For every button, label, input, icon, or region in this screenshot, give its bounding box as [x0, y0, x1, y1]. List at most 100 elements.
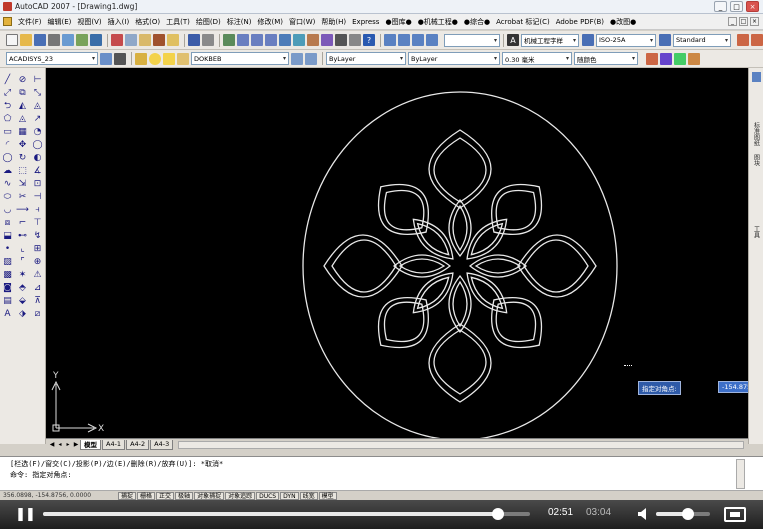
- volume-handle[interactable]: [682, 508, 695, 520]
- color-select[interactable]: ByLayer ▾: [326, 52, 406, 65]
- tab-a4-1[interactable]: A4-1: [102, 439, 126, 450]
- palette-tab-tools[interactable]: 工具: [752, 226, 761, 238]
- explode-icon[interactable]: ✶: [16, 269, 29, 280]
- save-icon[interactable]: [34, 34, 46, 46]
- layer-lock-icon[interactable]: [177, 52, 189, 65]
- break-icon[interactable]: ⌐: [16, 217, 29, 228]
- dim-jogged-linear-icon[interactable]: ⊿: [31, 282, 44, 293]
- palette-icon-1[interactable]: [752, 72, 761, 82]
- ellipse-icon[interactable]: ⬭: [1, 191, 14, 202]
- menu-general[interactable]: ●综合●: [461, 17, 493, 27]
- close-button[interactable]: ×: [746, 1, 759, 12]
- scale-icon[interactable]: ⬚: [16, 165, 29, 176]
- dim-linear-icon[interactable]: ⊢: [31, 74, 44, 85]
- menu-format[interactable]: 格式(O): [132, 17, 163, 27]
- palette-tab-blocks[interactable]: 图块: [752, 154, 761, 166]
- prev-tab-icon[interactable]: ◂: [56, 440, 64, 449]
- menu-adobe-pdf[interactable]: Adobe PDF(B): [553, 18, 607, 26]
- dim-edit-icon[interactable]: ⊼: [31, 295, 44, 306]
- zoom-previous-icon[interactable]: [265, 34, 277, 46]
- dim-arc-icon[interactable]: ◬: [31, 100, 44, 111]
- rectangle-icon[interactable]: ▭: [1, 126, 14, 137]
- sheet-set-icon[interactable]: [321, 34, 333, 46]
- pan-icon[interactable]: [223, 34, 235, 46]
- doc-restore-button[interactable]: □: [739, 17, 748, 26]
- menu-view[interactable]: 视图(V): [74, 17, 104, 27]
- menu-edit[interactable]: 编辑(E): [45, 17, 75, 27]
- osnap-toggle[interactable]: 对象捕捉: [194, 491, 225, 500]
- menu-modify[interactable]: 修改(M): [254, 17, 286, 27]
- copy-icon[interactable]: [125, 34, 137, 46]
- tool-icon-c[interactable]: [646, 52, 658, 65]
- dim-style-select[interactable]: ISO-25A ▾: [596, 33, 656, 47]
- linetype-select[interactable]: ByLayer ▾: [408, 52, 500, 65]
- copy-object-icon[interactable]: ⧉: [16, 87, 29, 98]
- menu-window[interactable]: 窗口(W): [286, 17, 318, 27]
- calculator-icon[interactable]: [349, 34, 361, 46]
- construction-line-icon[interactable]: ⤢: [1, 87, 14, 98]
- zoom-window-icon[interactable]: [251, 34, 263, 46]
- move-icon[interactable]: ✥: [16, 139, 29, 150]
- command-prompt-line[interactable]: 命令: 指定对角点:: [0, 470, 763, 481]
- palette-tab-drawings[interactable]: 标准图纸: [752, 122, 761, 146]
- help-icon[interactable]: ?: [363, 34, 375, 46]
- otrack-toggle[interactable]: 对象追踪: [225, 491, 256, 500]
- dim-ordinate-icon[interactable]: ↗: [31, 113, 44, 124]
- tab-a4-3[interactable]: A4-3: [150, 439, 174, 450]
- first-tab-icon[interactable]: ◀: [48, 440, 56, 449]
- dyn-toggle[interactable]: DYN: [280, 491, 299, 500]
- workspace-icon-2[interactable]: [114, 52, 126, 65]
- menu-revise[interactable]: ●改图●: [607, 17, 639, 27]
- menu-insert[interactable]: 插入(I): [105, 17, 133, 27]
- properties-icon[interactable]: [279, 34, 291, 46]
- revcloud-icon[interactable]: ☁: [1, 165, 14, 176]
- workspace-settings-icon[interactable]: [100, 52, 112, 65]
- tool-palettes-icon[interactable]: [307, 34, 319, 46]
- extend-icon[interactable]: ⟶: [16, 204, 29, 215]
- dim-diameter-icon[interactable]: ◐: [31, 152, 44, 163]
- make-block-icon[interactable]: ⬓: [1, 230, 14, 241]
- layer-on-icon[interactable]: [149, 52, 161, 65]
- match-properties-icon[interactable]: [153, 34, 165, 46]
- dim-break-icon[interactable]: ↯: [31, 230, 44, 241]
- new-file-icon[interactable]: [6, 34, 18, 46]
- table-style-select[interactable]: Standard ▾: [673, 33, 731, 47]
- seek-handle[interactable]: [492, 508, 505, 520]
- offset-icon[interactable]: ◬: [16, 113, 29, 124]
- modify-icon-a[interactable]: ⬘: [16, 282, 29, 293]
- grid-toggle[interactable]: 栅格: [137, 491, 156, 500]
- dim-baseline-icon[interactable]: ⊣: [31, 191, 44, 202]
- fillet-icon[interactable]: ⌜: [16, 256, 29, 267]
- tool-icon-f[interactable]: [688, 52, 700, 65]
- tool-icon-e[interactable]: [674, 52, 686, 65]
- command-window[interactable]: [栏选(F)/窗交(C)/投影(P)/边(E)/删除(R)/放弃(U)]: *取…: [0, 456, 763, 490]
- dynamic-input-value[interactable]: -154.8756: [718, 381, 748, 393]
- polyline-icon[interactable]: ⮌: [1, 100, 14, 111]
- trim-icon[interactable]: ✂: [16, 191, 29, 202]
- point-icon[interactable]: •: [1, 243, 14, 254]
- layer-manager-icon[interactable]: [135, 52, 147, 65]
- blank-combo[interactable]: ▾: [444, 33, 500, 47]
- plotstyle-select[interactable]: 随颜色 ▾: [574, 52, 638, 65]
- workspace-select[interactable]: ACADISYS_23 ▾: [6, 52, 98, 65]
- region-icon[interactable]: ◙: [1, 282, 14, 293]
- menu-mechanical[interactable]: ●机械工程●: [415, 17, 461, 27]
- layout-icon-3[interactable]: [412, 34, 424, 46]
- minimize-button[interactable]: _: [714, 1, 727, 12]
- center-mark-icon[interactable]: ⊕: [31, 256, 44, 267]
- dim-inspect-icon[interactable]: ⚠: [31, 269, 44, 280]
- ellipse-arc-icon[interactable]: ◡: [1, 204, 14, 215]
- maximize-button[interactable]: □: [730, 1, 743, 12]
- fullscreen-button[interactable]: [724, 507, 746, 522]
- tool-icon-d[interactable]: [660, 52, 672, 65]
- dim-angular-icon[interactable]: ∡: [31, 165, 44, 176]
- menu-library[interactable]: ●图库●: [382, 17, 414, 27]
- plot-preview-icon[interactable]: [62, 34, 74, 46]
- spline-icon[interactable]: ∿: [1, 178, 14, 189]
- array-icon[interactable]: ▦: [16, 126, 29, 137]
- layer-select[interactable]: DOKBEB ▾: [191, 52, 289, 65]
- mtext-icon[interactable]: A: [1, 308, 14, 319]
- markup-icon[interactable]: [335, 34, 347, 46]
- redo-icon[interactable]: [202, 34, 214, 46]
- horizontal-scrollbar[interactable]: [178, 440, 744, 449]
